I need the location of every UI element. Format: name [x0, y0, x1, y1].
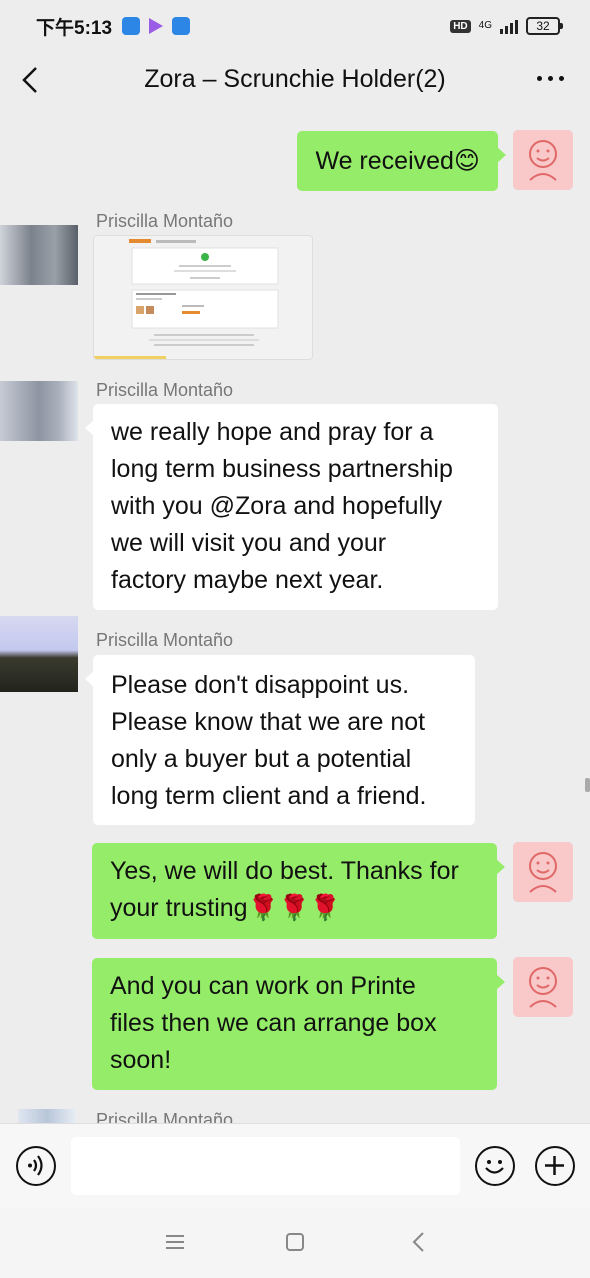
message-line: long term business partnership — [111, 455, 453, 483]
sender-name: Priscilla Montaño — [96, 630, 234, 650]
scrollbar[interactable] — [585, 778, 590, 792]
sender-name: Priscilla Montaño — [96, 211, 234, 231]
status-indicators: HD 4G 32 — [450, 17, 563, 35]
message-line: with you @Zora and hopefully — [111, 492, 443, 520]
network-label: 4G — [478, 20, 492, 31]
message-line: And you can work on Printe — [110, 972, 416, 1000]
chat-title: Zora – Scrunchie Holder(2) — [144, 65, 446, 93]
message-line: Please don't disappoint us. — [111, 671, 410, 699]
battery-icon: 32 — [526, 17, 563, 35]
message-input[interactable] — [71, 1137, 460, 1195]
message-line: Please know that we are not — [111, 708, 426, 736]
input-bar — [0, 1123, 590, 1208]
message-bubble[interactable]: And you can work on Printe files then we… — [92, 958, 505, 1090]
message-line: we will visit you and your — [111, 529, 387, 557]
self-avatar[interactable] — [513, 130, 573, 190]
chat-header: Zora – Scrunchie Holder(2) — [0, 52, 590, 108]
sender-avatar[interactable] — [18, 1109, 76, 1123]
image-message[interactable] — [93, 235, 313, 360]
self-avatar[interactable] — [513, 957, 573, 1017]
status-bar: 下午5:13 HD 4G 32 — [0, 0, 590, 52]
more-dots-icon[interactable] — [537, 76, 564, 81]
message-line: factory maybe next year. — [111, 566, 384, 594]
sender-name: Priscilla Montaño — [96, 380, 234, 400]
message-line: files then we can arrange box — [110, 1009, 437, 1037]
sender-avatar[interactable] — [0, 381, 78, 441]
message-line: Yes, we will do best. Thanks for — [110, 857, 459, 885]
back-triangle-icon[interactable] — [407, 1230, 431, 1254]
message-text: We received😊 — [315, 147, 480, 175]
chat-messages[interactable]: We received😊 Priscilla Montaño Priscilla… — [0, 108, 590, 1123]
sender-avatar[interactable] — [0, 225, 78, 285]
message-bubble[interactable]: Please don't disappoint us. Please know … — [85, 655, 475, 825]
message-line: soon! — [110, 1046, 172, 1074]
self-avatar[interactable] — [513, 842, 573, 902]
message-line: long term client and a friend. — [111, 782, 427, 810]
app-notification-icon-2 — [172, 17, 191, 35]
message-bubble[interactable]: Yes, we will do best. Thanks for your tr… — [92, 843, 505, 939]
menu-icon[interactable] — [163, 1230, 187, 1254]
emoji-icon[interactable] — [475, 1146, 515, 1186]
message-line: your trusting🌹🌹🌹 — [110, 894, 341, 922]
message-bubble[interactable]: we really hope and pray for a long term … — [85, 404, 498, 610]
voice-icon[interactable] — [16, 1146, 56, 1186]
sender-name: Priscilla Montaño — [96, 1110, 234, 1123]
message-bubble[interactable]: We received😊 — [297, 131, 506, 191]
signal-icon — [500, 18, 518, 34]
status-time: 下午5:13 — [36, 17, 113, 39]
plus-icon[interactable] — [535, 1146, 575, 1186]
play-notification-icon — [149, 18, 164, 34]
app-notification-icon — [122, 17, 141, 35]
message-line: only a buyer but a potential — [111, 745, 412, 773]
system-nav-bar — [0, 1208, 590, 1278]
message-line: we really hope and pray for a — [111, 418, 434, 446]
hd-badge: HD — [450, 19, 471, 33]
battery-level: 32 — [536, 19, 550, 33]
home-square-icon[interactable] — [283, 1230, 307, 1254]
sender-avatar[interactable] — [0, 616, 78, 692]
